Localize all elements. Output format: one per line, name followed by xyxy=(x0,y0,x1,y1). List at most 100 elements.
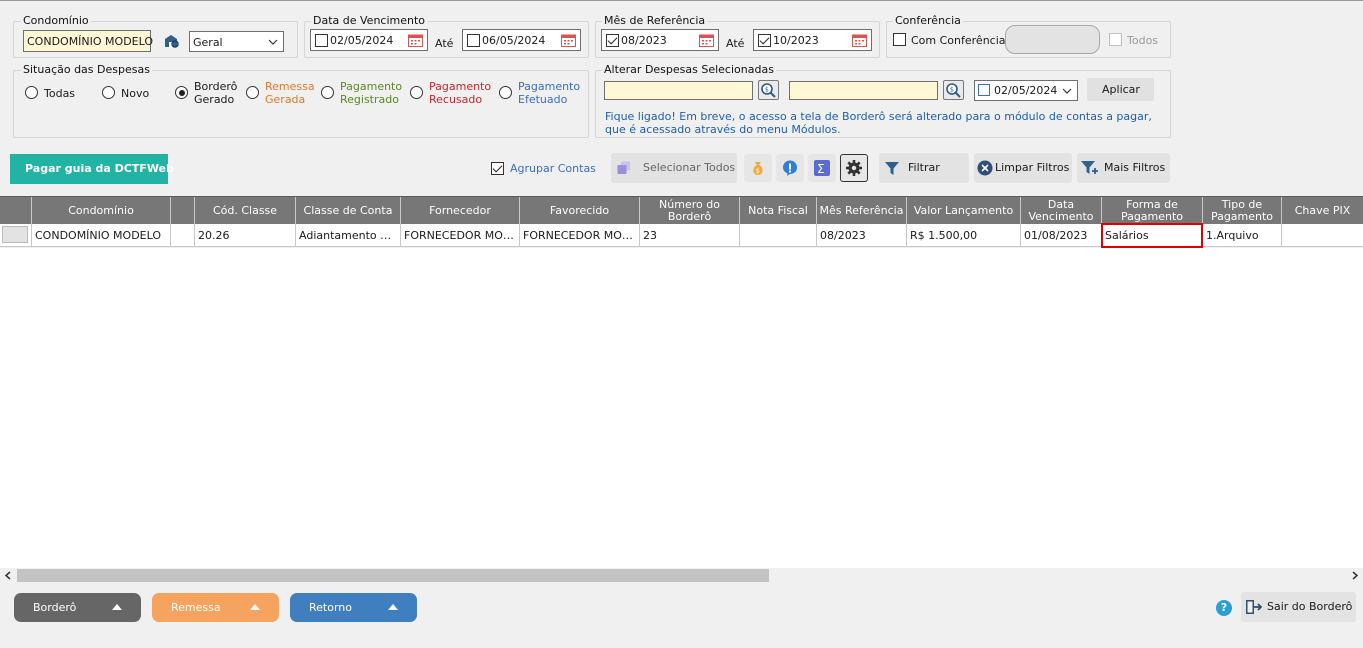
mais-filtros-button[interactable]: Mais Filtros xyxy=(1077,153,1170,183)
sigma-icon[interactable]: Σ xyxy=(808,154,836,182)
selecionar-todos-button[interactable]: Selecionar Todos xyxy=(611,153,737,183)
calendar-icon[interactable] xyxy=(561,33,576,47)
notice-text: Fique ligado! Em breve, o acesso a tela … xyxy=(605,110,1152,136)
alterar-input-2[interactable] xyxy=(789,81,938,100)
col-header[interactable]: Favorecido xyxy=(520,197,640,225)
highlight-box xyxy=(1101,223,1203,248)
pagar-guia-dctfweb-button[interactable]: Pagar guia da DCTFWeb xyxy=(10,154,174,184)
cell-cod-classe[interactable]: 20.26 xyxy=(195,224,296,247)
money-bag-icon[interactable]: $ xyxy=(744,154,772,182)
referencia-from-checkbox[interactable] xyxy=(606,34,619,47)
chevron-up-icon xyxy=(388,604,398,610)
gear-icon[interactable] xyxy=(840,154,868,182)
cell-condominio[interactable]: CONDOMÍNIO MODELO xyxy=(32,224,171,247)
cell-mes-referencia[interactable]: 08/2023 xyxy=(817,224,907,247)
scroll-right-icon[interactable] xyxy=(1351,571,1359,580)
row-selector-header xyxy=(0,197,32,225)
remessa-button[interactable]: Remessa xyxy=(152,593,279,622)
chevron-down-icon xyxy=(1062,88,1072,94)
agrupar-contas-label: Agrupar Contas xyxy=(510,162,596,175)
help-icon[interactable]: ? xyxy=(1216,600,1232,616)
cell-fornecedor[interactable]: FORNECEDOR MODELO xyxy=(401,224,520,247)
radio-pagamento-efetuado[interactable] xyxy=(499,86,512,99)
referencia-to-field[interactable]: 10/2023 xyxy=(753,29,872,51)
vencimento-to-field[interactable]: 06/05/2024 xyxy=(462,29,581,51)
close-circle-icon xyxy=(977,160,993,176)
calendar-icon[interactable] xyxy=(852,33,867,47)
radio-novo[interactable] xyxy=(102,86,115,99)
col-header[interactable]: Cód. Classe xyxy=(195,197,296,225)
radio-bordero-gerado[interactable] xyxy=(175,86,188,99)
vencimento-to-checkbox[interactable] xyxy=(467,34,480,47)
radio-pagamento-recusado-label: Pagamento Recusado xyxy=(429,80,492,106)
com-conferencia-checkbox[interactable] xyxy=(893,33,906,46)
vencimento-from-checkbox[interactable] xyxy=(315,34,328,47)
vencimento-from-field[interactable]: 02/05/2024 xyxy=(310,29,428,51)
top-border xyxy=(0,0,1363,1)
search-icon[interactable]: $ xyxy=(943,80,964,100)
col-header[interactable]: Fornecedor xyxy=(401,197,520,225)
scroll-left-icon[interactable] xyxy=(4,571,12,580)
vencimento-ate-label: Até xyxy=(435,37,454,50)
filter-plus-icon xyxy=(1081,161,1098,174)
svg-text:$: $ xyxy=(765,87,769,94)
radio-todas[interactable] xyxy=(25,86,38,99)
cell-numero-bordero[interactable]: 23 xyxy=(640,224,740,247)
exit-door-icon xyxy=(1246,600,1262,614)
alterar-input-1[interactable] xyxy=(604,81,753,100)
todos-checkbox[interactable] xyxy=(1109,33,1122,46)
limpar-filtros-button[interactable]: Limpar Filtros xyxy=(974,153,1072,183)
condominio-type-select[interactable]: Geral xyxy=(189,31,284,52)
col-header[interactable]: Mês Referência xyxy=(817,197,907,225)
referencia-to-checkbox[interactable] xyxy=(758,34,771,47)
col-header[interactable]: Condomínio xyxy=(32,197,171,225)
col-header[interactable]: Valor Lançamento xyxy=(907,197,1021,225)
chevron-up-icon xyxy=(250,604,260,610)
referencia-ate-label: Até xyxy=(726,37,745,50)
conferencia-pill-toggle[interactable] xyxy=(1005,25,1100,54)
referencia-from-field[interactable]: 08/2023 xyxy=(601,29,719,51)
radio-pagamento-registrado[interactable] xyxy=(321,86,334,99)
alert-icon[interactable] xyxy=(776,154,804,182)
col-header[interactable]: Classe de Conta xyxy=(296,197,401,225)
cell-favorecido[interactable]: FORNECEDOR MODELO xyxy=(520,224,640,247)
search-icon[interactable]: $ xyxy=(758,80,779,100)
col-header[interactable]: Nota Fiscal xyxy=(740,197,817,225)
chevron-down-icon xyxy=(268,39,278,45)
retorno-button[interactable]: Retorno xyxy=(290,593,417,622)
radio-pagamento-recusado[interactable] xyxy=(410,86,423,99)
col-header[interactable]: Data Vencimento xyxy=(1021,197,1102,225)
cell-classe-conta[interactable]: Adiantamento de Salários xyxy=(296,224,401,247)
bordero-button[interactable]: Borderô xyxy=(14,593,141,622)
todos-label: Todos xyxy=(1127,34,1159,47)
condominio-title: Condomínio xyxy=(21,14,91,27)
alterar-date-checkbox[interactable] xyxy=(978,84,990,96)
alterar-title: Alterar Despesas Selecionadas xyxy=(602,63,776,76)
col-header[interactable]: Tipo de Pagamento xyxy=(1203,197,1282,225)
cell-valor-lancamento[interactable]: R$ 1.500,00 xyxy=(907,224,1021,247)
cell-data-vencimento[interactable]: 01/08/2023 xyxy=(1021,224,1102,247)
filtrar-button[interactable]: Filtrar xyxy=(879,153,969,183)
aplicar-button[interactable]: Aplicar xyxy=(1087,78,1154,101)
col-header[interactable]: Chave PIX xyxy=(1282,197,1363,225)
calendar-icon[interactable] xyxy=(699,33,714,47)
building-search-icon[interactable] xyxy=(163,33,180,52)
alterar-date-field[interactable]: 02/05/2024 xyxy=(974,80,1078,101)
agrupar-contas-checkbox[interactable] xyxy=(491,162,504,175)
sair-bordero-button[interactable]: Sair do Borderô xyxy=(1241,592,1356,622)
condominio-input[interactable]: CONDOMÍNIO MODELO xyxy=(23,30,153,52)
svg-text:$: $ xyxy=(950,87,954,94)
radio-remessa-gerada[interactable] xyxy=(246,86,259,99)
vencimento-title: Data de Vencimento xyxy=(311,14,428,27)
cell-tipo-pagamento[interactable]: 1.Arquivo xyxy=(1203,224,1282,247)
col-header[interactable]: Número do Borderô xyxy=(640,197,740,225)
cell-chave-pix[interactable] xyxy=(1282,224,1363,247)
cell-nota-fiscal[interactable] xyxy=(740,224,817,247)
svg-text:Σ: Σ xyxy=(817,162,825,176)
scroll-thumb[interactable] xyxy=(17,569,769,582)
col-header[interactable]: Forma de Pagamento xyxy=(1102,197,1203,225)
horizontal-scrollbar[interactable] xyxy=(0,568,1363,583)
calendar-icon[interactable] xyxy=(408,33,423,47)
svg-text:$: $ xyxy=(756,167,760,175)
row-selector[interactable] xyxy=(0,224,32,247)
